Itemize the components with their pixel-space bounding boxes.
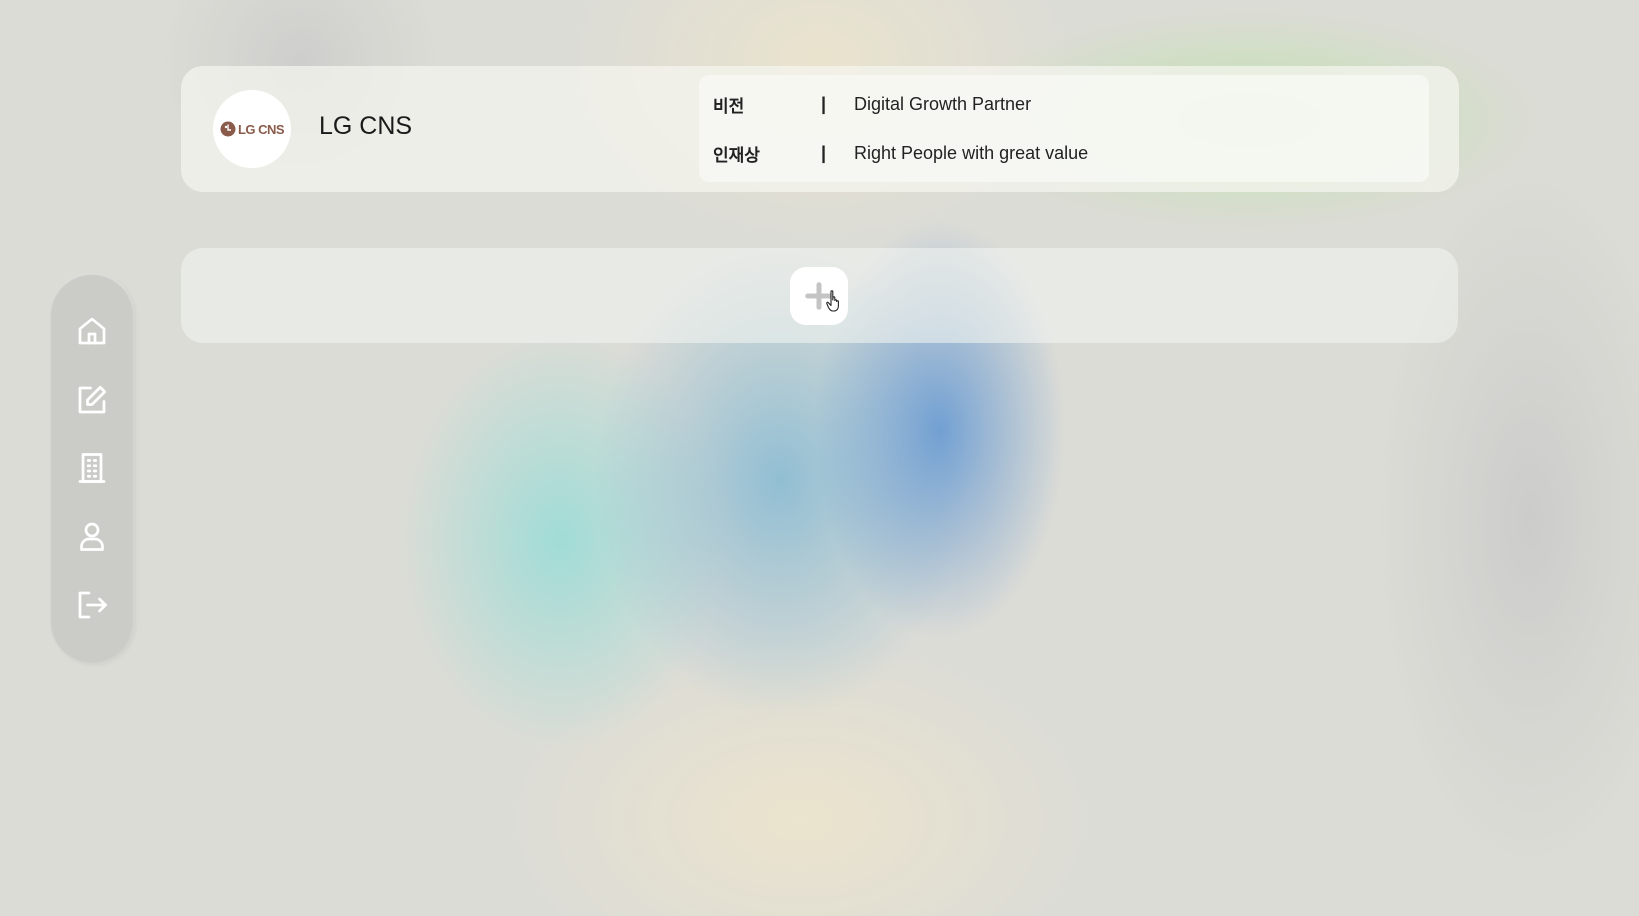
building-icon xyxy=(78,453,106,483)
sidebar-item-logout[interactable] xyxy=(70,583,114,627)
sidebar-item-profile[interactable] xyxy=(70,514,114,558)
sidebar xyxy=(50,273,134,663)
hand-cursor-icon xyxy=(826,290,839,312)
company-info-panel: 비전 | Digital Growth Partner 인재상 | Right … xyxy=(699,75,1429,182)
lg-logo-icon xyxy=(220,121,236,137)
info-row-talent: 인재상 | Right People with great value xyxy=(713,138,1088,168)
info-separator: | xyxy=(821,142,827,163)
info-row-vision: 비전 | Digital Growth Partner xyxy=(713,89,1031,119)
info-value: Right People with great value xyxy=(854,142,1089,163)
company-logo: LG CNS xyxy=(213,90,291,168)
info-value: Digital Growth Partner xyxy=(854,93,1032,114)
logout-icon xyxy=(78,591,107,618)
home-icon xyxy=(78,317,106,345)
user-icon xyxy=(80,522,104,552)
add-card xyxy=(181,248,1458,343)
company-card: LG CNS LG CNS 비전 | Digital Growth Partne… xyxy=(181,66,1459,192)
info-separator: | xyxy=(821,93,827,114)
sidebar-item-company[interactable] xyxy=(70,446,114,490)
sidebar-item-edit[interactable] xyxy=(70,378,114,422)
info-key: 인재상 xyxy=(713,145,760,165)
edit-icon xyxy=(78,385,107,414)
add-button[interactable] xyxy=(790,267,848,325)
sidebar-item-home[interactable] xyxy=(70,309,114,353)
company-name: LG CNS xyxy=(319,112,413,140)
logo-text: LG CNS xyxy=(237,121,285,137)
info-key: 비전 xyxy=(713,96,745,116)
